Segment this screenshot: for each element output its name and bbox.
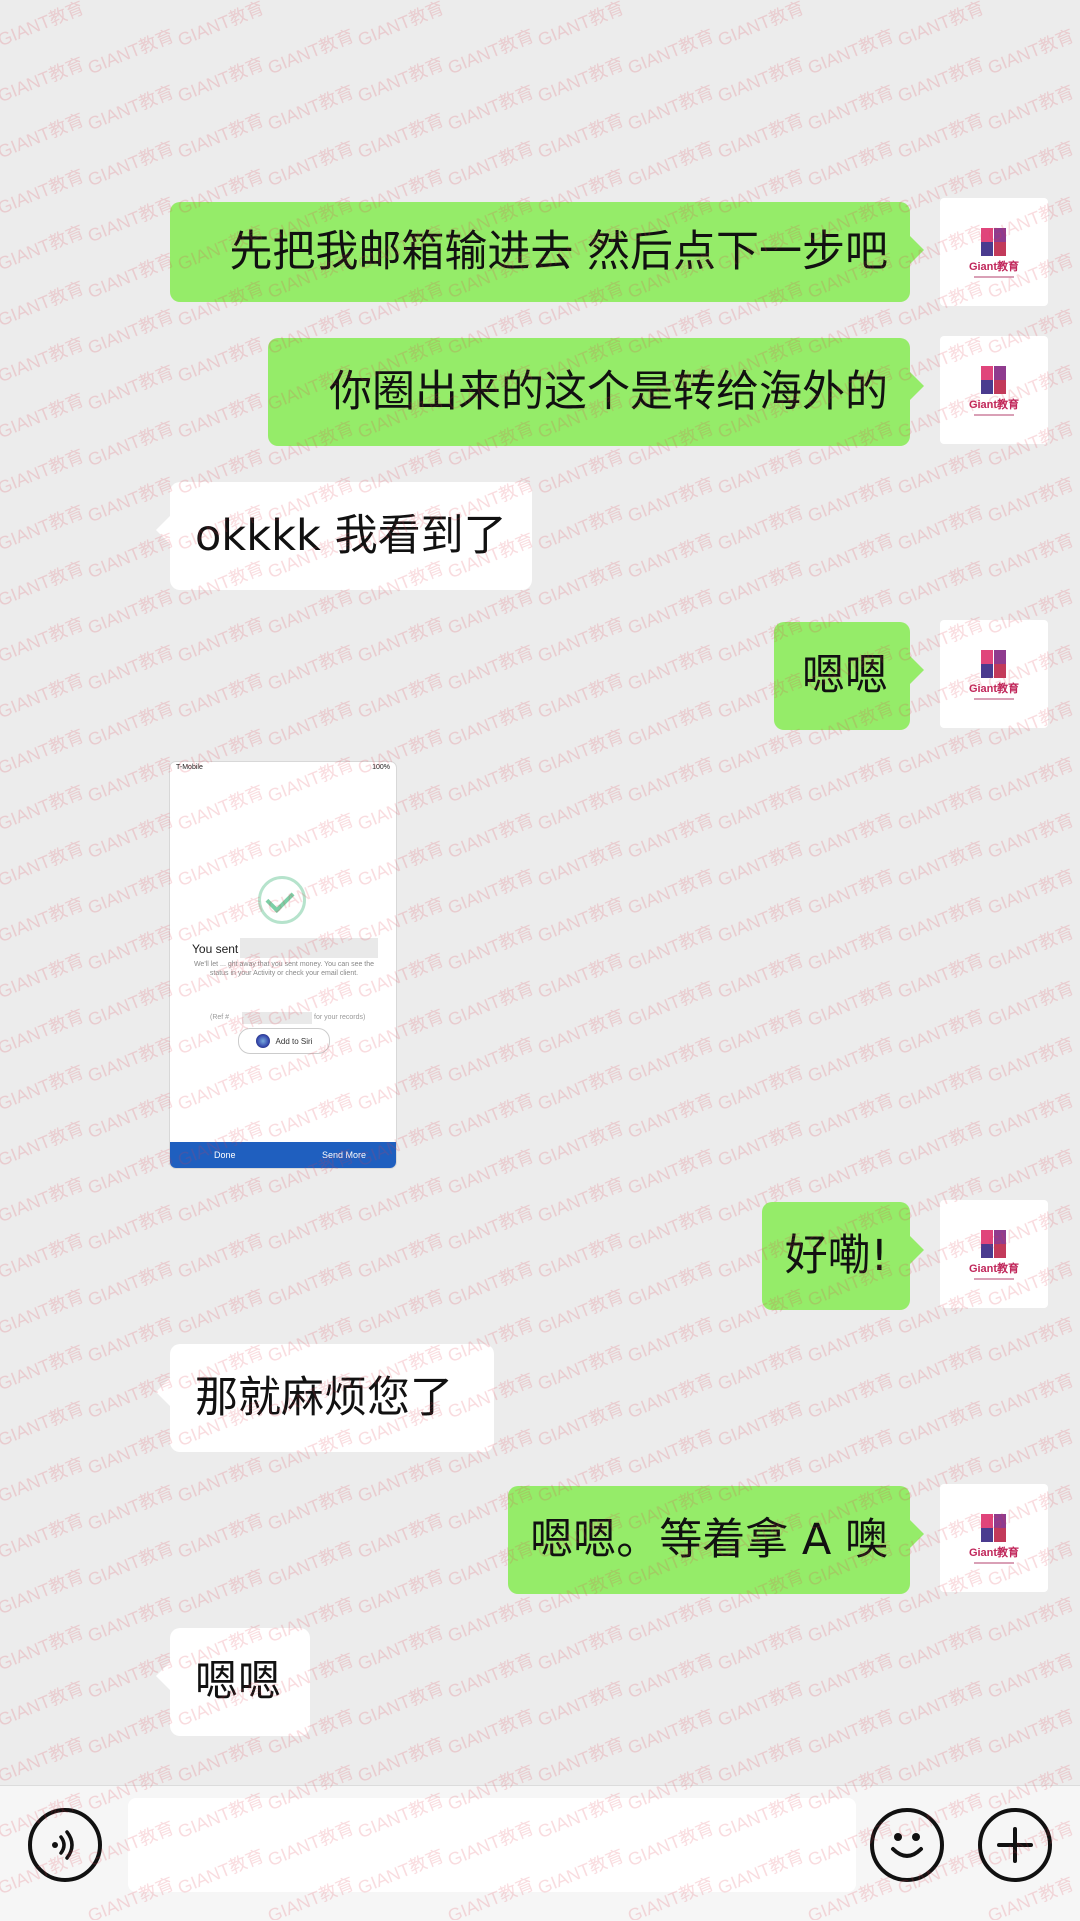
message-text: okkkk 我看到了 [195,510,507,561]
ref-records-label: for your records) [314,1014,366,1021]
redacted-block [242,1012,312,1024]
avatar[interactable]: Giant教育 [940,1200,1048,1308]
avatar[interactable]: Giant教育 [940,336,1048,444]
voice-icon[interactable] [28,1808,102,1882]
screenshot-status-bar: T-Mobile 100% [170,762,396,776]
logo-icon [981,1228,1007,1258]
logo-icon [981,364,1007,394]
message-text: 嗯嗯 [195,1656,281,1707]
message-text: 嗯嗯 [802,650,888,701]
avatar-logo-text: Giant教育 [968,399,1020,411]
send-more-label: Send More [321,1150,366,1160]
siri-icon [255,1034,270,1048]
message-text: 先把我邮箱输进去 然后点下一步吧 [229,226,888,277]
logo-icon [981,648,1007,678]
message-text: 那就麻烦您了 [195,1372,453,1423]
avatar[interactable]: Giant教育 [940,1484,1048,1592]
message-text: 你圈出来的这个是转给海外的 [329,366,888,417]
avatar-logo-text: Giant教育 [968,683,1020,695]
emoji-icon[interactable] [870,1808,944,1882]
message-input[interactable] [128,1798,856,1892]
message-text: 好嘞! [784,1230,888,1281]
avatar-logo-text: Giant教育 [968,1263,1020,1275]
sent-label: You sent [192,942,239,956]
message-text: 嗯嗯。等着拿 A 噢 [530,1514,888,1565]
avatar-logo-text: Giant教育 [968,1547,1020,1559]
checkmark-icon [258,876,306,924]
avatar-logo-text: Giant教育 [968,261,1020,273]
redacted-block [240,938,378,958]
add-to-siri-button: Add to Siri [238,1028,330,1054]
image-message[interactable]: T-Mobile 100% You sent We'll let ... ght… [170,762,396,1168]
screenshot-footer: Done Send More [170,1142,396,1168]
battery-text: 100% [372,764,390,771]
message-bubble-sent[interactable]: 嗯嗯 [774,622,924,730]
message-bubble-received[interactable]: 嗯嗯 [156,1628,310,1736]
message-bubble-sent[interactable]: 先把我邮箱输进去 然后点下一步吧 [170,202,924,302]
message-bubble-sent[interactable]: 嗯嗯。等着拿 A 噢 [508,1486,924,1594]
chat-area: 先把我邮箱输进去 然后点下一步吧 Giant教育 你圈出来的这个是转给海外的 G… [0,0,1080,1785]
confirmation-text: We'll let ... ght away that you sent mon… [193,961,375,977]
message-bubble-received[interactable]: okkkk 我看到了 [156,482,532,590]
message-bubble-sent[interactable]: 你圈出来的这个是转给海外的 [268,338,924,446]
avatar[interactable]: Giant教育 [940,198,1048,306]
done-label: Done [214,1150,236,1160]
logo-icon [981,226,1007,256]
avatar[interactable]: Giant教育 [940,620,1048,728]
ref-label: (Ref # [210,1014,230,1021]
message-bubble-sent[interactable]: 好嘞! [762,1202,924,1310]
message-bubble-received[interactable]: 那就麻烦您了 [156,1344,494,1452]
plus-icon[interactable] [978,1808,1052,1882]
logo-icon [981,1512,1007,1542]
carrier-text: T-Mobile [176,764,203,771]
